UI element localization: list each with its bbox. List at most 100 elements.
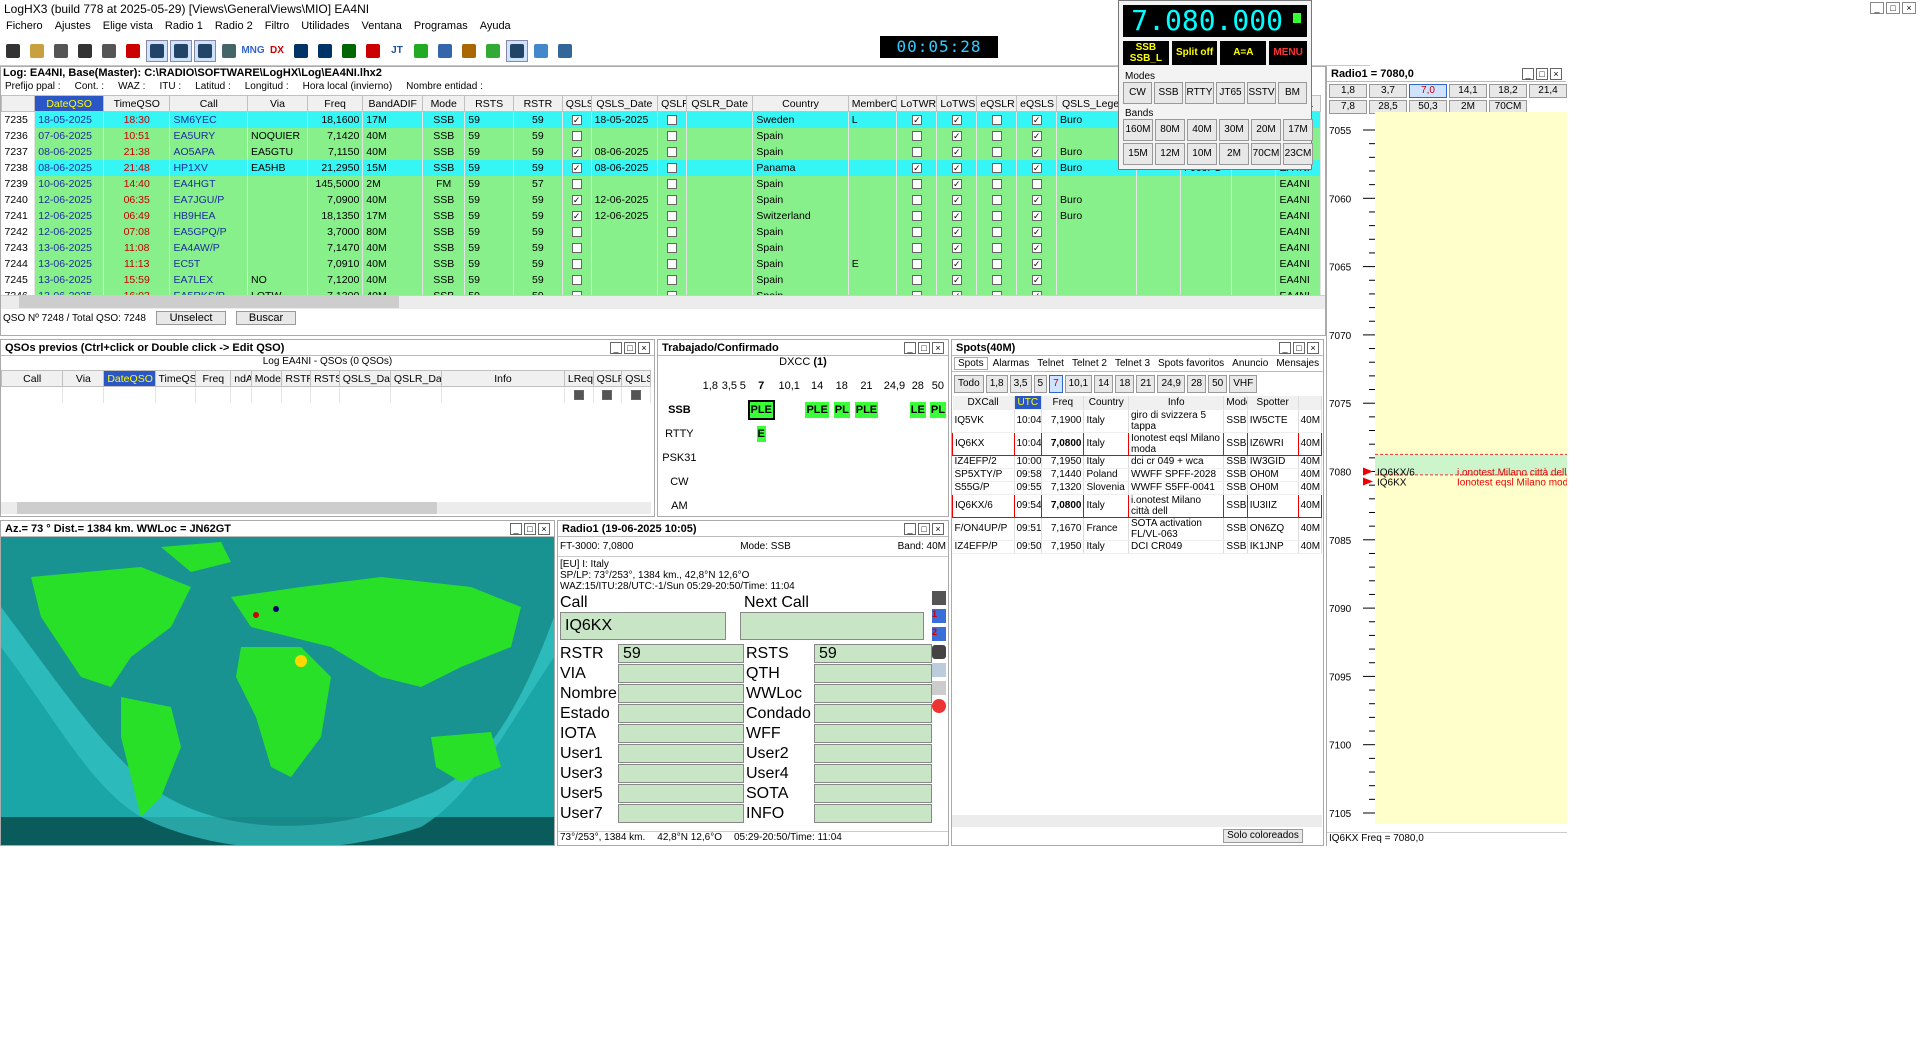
qsls-checkbox[interactable]: ✓ — [571, 114, 582, 125]
table-row[interactable]: 7242 12-06-2025 07:08 EA5GPQ/P 3,7000 80M SSB 5… — [1, 223, 1321, 240]
worked-cell[interactable] — [720, 398, 739, 422]
worked-cell[interactable] — [881, 422, 908, 446]
close-icon[interactable]: × — [932, 523, 944, 535]
qslr-checkbox[interactable] — [667, 258, 677, 269]
worked-cell[interactable] — [908, 494, 928, 518]
column-header-timeqso[interactable]: TimeQSO — [102, 95, 171, 112]
worked-cell[interactable] — [852, 470, 881, 494]
view1-icon[interactable] — [146, 39, 168, 62]
mode-display[interactable]: SSB SSB_L — [1123, 41, 1169, 65]
maximize-icon[interactable]: □ — [1293, 342, 1305, 354]
worked-cell[interactable]: PL — [928, 398, 948, 422]
rig-band-button[interactable]: 40M — [1187, 119, 1217, 141]
rig-mode-button[interactable]: SSB — [1154, 82, 1183, 104]
rig-band-button[interactable]: 10M — [1187, 143, 1217, 165]
prev-column-qslr[interactable]: QSLR — [592, 370, 623, 387]
worked-cell[interactable] — [747, 446, 776, 470]
bandmap-band-button[interactable]: 3,7 — [1369, 84, 1407, 98]
field-input[interactable] — [814, 724, 932, 743]
worked-cell[interactable] — [852, 446, 881, 470]
rig-band-button[interactable]: 2M — [1219, 143, 1249, 165]
eqslr-checkbox[interactable] — [991, 162, 1002, 173]
lotwr-checkbox[interactable] — [911, 290, 922, 295]
qslr-checkbox[interactable] — [667, 194, 677, 205]
menu-item[interactable]: Programas — [414, 20, 468, 34]
mng-icon[interactable]: MNG — [241, 40, 264, 62]
bandmap-scale[interactable]: 7055 7060 7065 7070 7075 7080 7085 7090 7095 7100… — [1327, 112, 1567, 824]
lotwr-checkbox[interactable] — [911, 242, 922, 253]
field-input[interactable]: 59 — [814, 644, 932, 663]
menu-item[interactable]: Utilidades — [301, 20, 349, 34]
field-input[interactable] — [618, 684, 744, 703]
column-header-eqslr[interactable]: eQSLR — [976, 95, 1018, 112]
rig-mode-button[interactable]: RTTY — [1185, 82, 1214, 104]
field-input[interactable] — [814, 744, 932, 763]
bandmap-band-button[interactable]: 1,8 — [1329, 84, 1367, 98]
eqsls-checkbox[interactable]: ✓ — [1031, 194, 1042, 205]
lotwr-checkbox[interactable]: ✓ — [911, 114, 922, 125]
prev-column-info[interactable]: Info — [441, 370, 565, 387]
clear-icon[interactable] — [122, 40, 144, 62]
rig-band-button[interactable]: 23CM — [1283, 143, 1313, 165]
worked-cell[interactable] — [739, 398, 747, 422]
column-header-qsls[interactable]: QSLS — [561, 95, 592, 112]
field-input[interactable] — [814, 664, 932, 683]
worked-cell[interactable] — [928, 422, 948, 446]
qslr-checkbox[interactable] — [667, 114, 677, 125]
column-header-bandadif[interactable]: BandADIF — [362, 95, 424, 112]
column-header-rstr[interactable]: RSTR — [513, 95, 563, 112]
spots-column-header[interactable]: Freq — [1041, 396, 1085, 410]
column-header-lotwr[interactable]: LoTWR — [896, 95, 938, 112]
spots-tab[interactable]: Spots favoritos — [1155, 358, 1227, 369]
prev-column-ndad[interactable]: ndAD — [230, 370, 252, 387]
worked-cell[interactable] — [832, 470, 852, 494]
table-row[interactable]: 724613-06-202516:03EA5RKS/PLOTW7,130040M… — [1, 287, 1321, 295]
field-input[interactable]: 59 — [618, 644, 744, 663]
spots-band-button[interactable]: Todo — [954, 375, 984, 393]
menu-item[interactable]: Filtro — [265, 20, 289, 34]
tools2-icon[interactable] — [74, 40, 96, 62]
worked-cell[interactable] — [739, 494, 747, 518]
column-header-lotws[interactable]: LoTWS — [936, 95, 978, 112]
view3-icon[interactable] — [194, 39, 216, 62]
worked-cell[interactable]: PLE — [803, 398, 832, 422]
menu-item[interactable]: Ventana — [362, 20, 402, 34]
eqsls-checkbox[interactable]: ✓ — [1031, 130, 1042, 141]
field-input[interactable] — [618, 784, 744, 803]
worked-cell[interactable] — [928, 446, 948, 470]
spots-band-button[interactable]: 14 — [1094, 375, 1114, 393]
spot-row[interactable]: IQ6KX/6 09:54 7,0800 Italy i.onotest Milano … — [952, 493, 1323, 518]
radio-icon[interactable] — [932, 591, 946, 605]
close-button[interactable]: × — [1902, 2, 1916, 14]
lotws-checkbox[interactable]: ✓ — [951, 274, 962, 285]
qsls-checkbox[interactable]: ✓ — [571, 194, 582, 205]
spots-band-button[interactable]: VHF — [1229, 375, 1258, 393]
spots-band-button[interactable]: 28 — [1186, 375, 1207, 393]
worked-cell[interactable]: PLE — [852, 398, 881, 422]
field-input[interactable] — [618, 704, 744, 723]
lotws-checkbox[interactable]: ✓ — [951, 194, 962, 205]
column-header-memberof[interactable]: MemberOf — [847, 95, 898, 112]
tools-icon[interactable] — [50, 40, 72, 62]
lotws-checkbox[interactable]: ✓ — [951, 290, 962, 295]
column-header-qslr_date[interactable]: QSLR_Date — [685, 95, 754, 112]
worked-cell[interactable] — [928, 494, 948, 518]
column-header-country[interactable]: Country — [752, 95, 849, 112]
worked-cell[interactable] — [803, 446, 832, 470]
bandmap-band-button[interactable]: 14,1 — [1449, 84, 1487, 98]
rig-band-button[interactable]: 20M — [1251, 119, 1281, 141]
eqsls-checkbox[interactable]: ✓ — [1031, 146, 1042, 157]
lotws-checkbox[interactable]: ✓ — [951, 226, 962, 237]
worked-cell[interactable] — [776, 422, 803, 446]
eqslr-checkbox[interactable] — [991, 114, 1002, 125]
spots-band-button[interactable]: 50 — [1208, 375, 1228, 393]
view2-icon[interactable] — [170, 39, 192, 62]
spots-column-header[interactable]: Mode — [1223, 396, 1248, 410]
worked-cell[interactable] — [908, 470, 928, 494]
eqsls-checkbox[interactable]: ✓ — [1031, 274, 1042, 285]
minimize-button[interactable]: _ — [1870, 2, 1884, 14]
book-icon[interactable] — [458, 40, 480, 62]
unselect-button[interactable]: Unselect — [156, 311, 226, 325]
worked-cell[interactable] — [832, 494, 852, 518]
rig-mode-button[interactable]: BM — [1278, 82, 1307, 104]
